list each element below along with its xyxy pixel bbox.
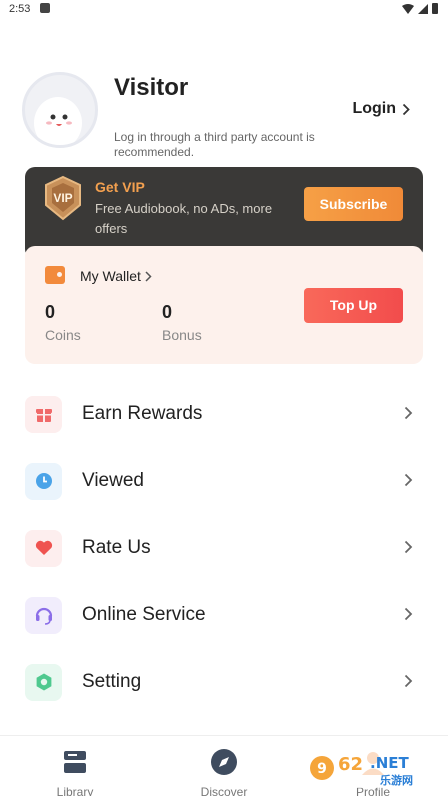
bonus-value: 0 xyxy=(162,302,173,322)
wallet-title: My Wallet xyxy=(80,268,141,284)
heart-icon xyxy=(25,529,62,567)
nav-item-library[interactable]: Library xyxy=(25,748,125,796)
menu-label: Viewed xyxy=(82,470,144,491)
chevron-right-icon xyxy=(402,103,410,115)
library-icon xyxy=(64,751,86,773)
subscribe-button[interactable]: Subscribe xyxy=(304,187,403,221)
wifi-icon xyxy=(402,3,414,14)
avatar[interactable] xyxy=(22,72,98,148)
gift-icon xyxy=(25,395,62,433)
compass-icon xyxy=(211,749,237,775)
menu-label: Rate Us xyxy=(82,537,151,558)
status-bar: 2:53 xyxy=(0,0,448,20)
chevron-right-icon xyxy=(145,270,152,282)
menu-item-viewed[interactable]: Viewed xyxy=(25,456,423,506)
svg-text:62: 62 xyxy=(338,754,363,775)
status-icons xyxy=(402,3,438,14)
menu-label: Earn Rewards xyxy=(82,403,203,424)
signal-icon xyxy=(418,3,428,14)
menu-item-setting[interactable]: Setting xyxy=(25,657,423,707)
login-button[interactable]: Login xyxy=(352,100,410,118)
chevron-right-icon xyxy=(404,473,413,487)
username: Visitor xyxy=(114,74,189,101)
vip-description: Free Audiobook, no ADs, more offers xyxy=(95,201,273,236)
nav-label: Library xyxy=(56,785,94,796)
chevron-right-icon xyxy=(404,607,413,621)
menu-item-earn-rewards[interactable]: Earn Rewards xyxy=(25,389,423,439)
vip-title: Get VIP xyxy=(95,179,145,195)
clock-icon xyxy=(25,462,62,500)
nav-label: Discover xyxy=(200,785,248,796)
login-hint: Log in through a third party account is … xyxy=(114,130,315,159)
wallet-link[interactable]: My Wallet xyxy=(80,268,152,284)
wallet-card: My Wallet 0 Coins 0 Bonus Top Up xyxy=(25,246,423,364)
nav-item-discover[interactable]: Discover xyxy=(174,748,274,796)
svg-text:9: 9 xyxy=(317,761,327,777)
menu-item-rate-us[interactable]: Rate Us xyxy=(25,523,423,573)
svg-text:.NET: .NET xyxy=(370,754,409,772)
watermark-logo: 9 62 .NET 乐游网 xyxy=(308,748,442,788)
coins-value: 0 xyxy=(45,302,56,322)
chevron-right-icon xyxy=(404,406,413,420)
menu-label: Online Service xyxy=(82,604,206,625)
chevron-right-icon xyxy=(404,674,413,688)
menu-label: Setting xyxy=(82,671,142,692)
top-up-button[interactable]: Top Up xyxy=(304,288,403,323)
svg-text:乐游网: 乐游网 xyxy=(380,773,413,787)
settings-icon xyxy=(25,663,62,701)
coins-label: Coins xyxy=(45,327,81,343)
headset-icon xyxy=(25,596,62,634)
notification-icon xyxy=(40,3,50,13)
status-time: 2:53 xyxy=(9,3,31,15)
bonus-label: Bonus xyxy=(162,327,202,343)
vip-badge-icon: VIP xyxy=(45,175,81,221)
ghost-avatar-icon xyxy=(34,97,82,145)
wallet-icon xyxy=(45,266,65,284)
menu-item-online-service[interactable]: Online Service xyxy=(25,590,423,640)
vip-badge-text: VIP xyxy=(53,191,72,205)
chevron-right-icon xyxy=(404,540,413,554)
battery-icon xyxy=(432,3,438,14)
login-label: Login xyxy=(352,100,396,117)
